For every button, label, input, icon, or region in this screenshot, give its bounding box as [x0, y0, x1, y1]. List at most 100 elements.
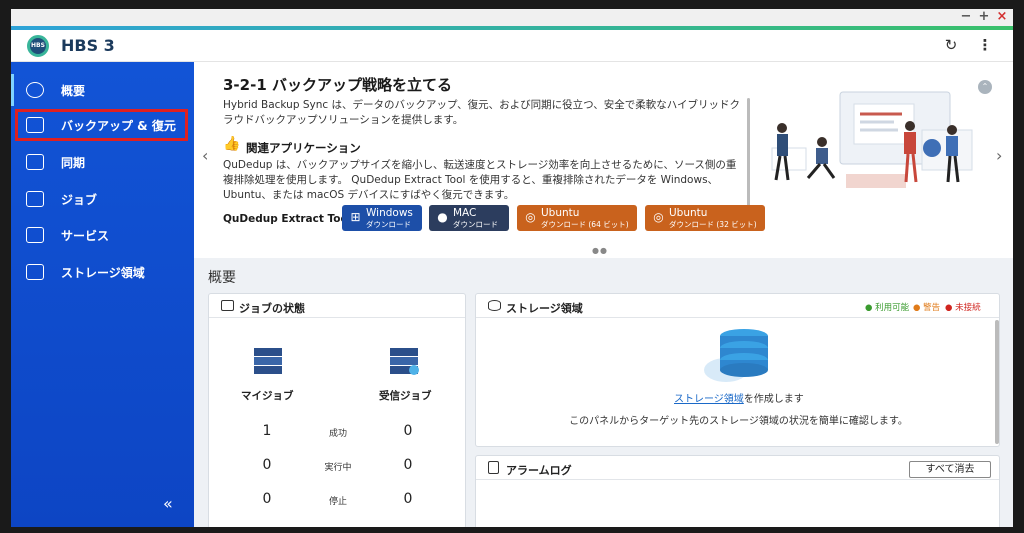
logo-text: HBS: [31, 42, 45, 49]
windows-icon: ⊞: [350, 210, 361, 224]
promo-banner: ‹ › ⌃ 3-2-1 バックアップ戦略を立てる Hybrid Backup S…: [194, 62, 1013, 255]
collapse-sidebar-icon[interactable]: «: [163, 494, 173, 513]
card-title: アラームログ: [506, 464, 572, 477]
incoming-server-icon: [390, 348, 419, 375]
more-options-icon[interactable]: ⋮: [976, 36, 994, 54]
overview-section: 概要 ジョブの状態 マイジョブ 受信ジョブ 1 成功 0 0 実行中 0 0 停…: [194, 258, 1013, 527]
create-storage-suffix: を作成します: [743, 394, 804, 405]
create-storage-text: ストレージ領域を作成します: [674, 390, 804, 405]
database-icon: [488, 300, 501, 311]
state-label: 停止: [328, 497, 347, 507]
download-sub: ダウンロード: [453, 220, 498, 229]
sidebar-item-label: ストレージ領域: [61, 266, 145, 280]
briefcase-icon: [221, 300, 234, 311]
services-icon: [26, 227, 44, 243]
sync-icon: [26, 154, 44, 170]
ubuntu-icon: ◎: [525, 210, 536, 224]
close-button[interactable]: ×: [995, 9, 1009, 26]
download-ubuntu-32-button[interactable]: ◎ Ubuntu ダウンロード (32 ビット): [645, 205, 765, 231]
download-title: MAC: [453, 207, 477, 219]
related-apps-title: 関連アプリケーション: [246, 141, 361, 155]
incoming-jobs-running-count[interactable]: 0: [398, 457, 418, 473]
sidebar-item-label: 同期: [61, 156, 86, 170]
related-apps-description: QuDedup は、バックアップサイズを縮小し、転送速度とストレージ効率を向上さ…: [223, 159, 737, 201]
carousel-dots[interactable]: ●●: [592, 246, 608, 255]
state-label: 成功: [328, 429, 347, 439]
download-sub: ダウンロード (64 ビット): [541, 220, 629, 229]
download-title: Ubuntu: [541, 207, 580, 219]
storage-description: このパネルからターゲット先のストレージ領域の状況を簡単に確認します。: [569, 416, 908, 427]
sidebar-item-storage-space[interactable]: ストレージ領域: [11, 256, 194, 288]
download-mac-button[interactable]: ● MAC ダウンロード: [429, 205, 509, 231]
sidebar: 概要 バックアップ & 復元 同期 ジョブ サービス ストレージ領域 «: [11, 62, 194, 527]
incoming-jobs-stopped-count[interactable]: 0: [398, 491, 418, 507]
app-header: HBS HBS 3 ↻ ⋮: [11, 30, 1013, 62]
cloud-storage-icon: [704, 329, 768, 382]
my-jobs-success-count[interactable]: 1: [257, 423, 277, 439]
sidebar-item-label: サービス: [61, 229, 110, 243]
legend-label: 利用可能: [875, 303, 910, 313]
job-icon: [26, 191, 44, 207]
card-header: アラームログ すべて消去: [476, 456, 999, 480]
incoming-jobs-success-count[interactable]: 0: [398, 423, 418, 439]
sidebar-item-label: 概要: [61, 84, 86, 98]
banner-title: 3-2-1 バックアップ戦略を立てる: [223, 76, 452, 94]
download-sub: ダウンロード (32 ビット): [669, 220, 757, 229]
alarm-log-card: アラームログ すべて消去: [475, 455, 1000, 527]
banner-next-icon[interactable]: ›: [996, 146, 1002, 165]
thumbs-up-icon: 👍: [223, 136, 241, 152]
server-icon: [254, 348, 282, 374]
legend-label: 警告: [923, 303, 941, 313]
hbs-logo: HBS: [27, 35, 49, 57]
my-jobs-running-count[interactable]: 0: [257, 457, 277, 473]
main-content: ‹ › ⌃ 3-2-1 バックアップ戦略を立てる Hybrid Backup S…: [194, 62, 1013, 527]
download-windows-button[interactable]: ⊞ Windows ダウンロード: [342, 205, 422, 231]
download-title: Windows: [366, 207, 413, 219]
backup-icon: [26, 117, 44, 133]
sidebar-item-sync[interactable]: 同期: [11, 146, 194, 178]
sidebar-item-services[interactable]: サービス: [11, 219, 194, 251]
sidebar-item-label: ジョブ: [61, 193, 98, 207]
gauge-icon: [26, 82, 44, 98]
app-title: HBS 3: [61, 36, 115, 55]
create-storage-link[interactable]: ストレージ領域: [674, 394, 744, 405]
maximize-button[interactable]: +: [977, 9, 991, 26]
clear-all-button[interactable]: すべて消去: [909, 461, 991, 478]
banner-description: Hybrid Backup Sync は、データのバックアップ、復元、および同期…: [223, 99, 741, 126]
refresh-icon[interactable]: ↻: [942, 36, 960, 54]
storage-space-card: ストレージ領域 ● 利用可能 ● 警告 ● 未接続 ストレージ領域を作成します: [475, 293, 1000, 447]
overview-title: 概要: [208, 270, 236, 286]
my-jobs-stopped-count[interactable]: 0: [257, 491, 277, 507]
sidebar-item-overview[interactable]: 概要: [11, 74, 194, 106]
extract-tool-label: QuDedup Extract Tool:: [223, 213, 356, 225]
overview-scrollbar[interactable]: [995, 320, 999, 444]
download-sub: ダウンロード: [366, 220, 411, 229]
collapse-banner-icon[interactable]: ⌃: [978, 80, 992, 94]
card-header: ストレージ領域 ● 利用可能 ● 警告 ● 未接続: [476, 294, 999, 318]
legend-label: 未接続: [955, 303, 981, 313]
window-titlebar: − + ×: [11, 9, 1013, 26]
card-title: ストレージ領域: [506, 302, 583, 315]
legend-available: ● 利用可能: [865, 303, 910, 313]
card-header: ジョブの状態: [209, 294, 465, 318]
storage-space-icon: [26, 264, 44, 280]
download-ubuntu-64-button[interactable]: ◎ Ubuntu ダウンロード (64 ビット): [517, 205, 637, 231]
app-window: − + × HBS HBS 3 ↻ ⋮ 概要 バックアップ & 復元 同期 ジョ…: [11, 9, 1013, 527]
clipboard-icon: [488, 461, 499, 474]
banner-illustration: [771, 91, 973, 188]
minimize-button[interactable]: −: [959, 9, 973, 26]
my-jobs-label: マイジョブ: [241, 390, 294, 402]
download-title: Ubuntu: [669, 207, 708, 219]
job-status-card: ジョブの状態 マイジョブ 受信ジョブ 1 成功 0 0 実行中 0 0 停止 0: [208, 293, 466, 527]
sidebar-item-jobs[interactable]: ジョブ: [11, 183, 194, 215]
ubuntu-icon: ◎: [653, 210, 664, 224]
apple-icon: ●: [437, 210, 448, 224]
sidebar-item-label: バックアップ & 復元: [61, 119, 176, 133]
incoming-jobs-label: 受信ジョブ: [379, 390, 432, 402]
card-title: ジョブの状態: [239, 302, 305, 315]
legend-disconnected: ● 未接続: [945, 303, 981, 313]
sidebar-item-backup-restore[interactable]: バックアップ & 復元: [15, 109, 188, 141]
legend-warning: ● 警告: [913, 303, 941, 313]
state-label: 実行中: [324, 463, 352, 473]
banner-prev-icon[interactable]: ‹: [202, 146, 208, 165]
